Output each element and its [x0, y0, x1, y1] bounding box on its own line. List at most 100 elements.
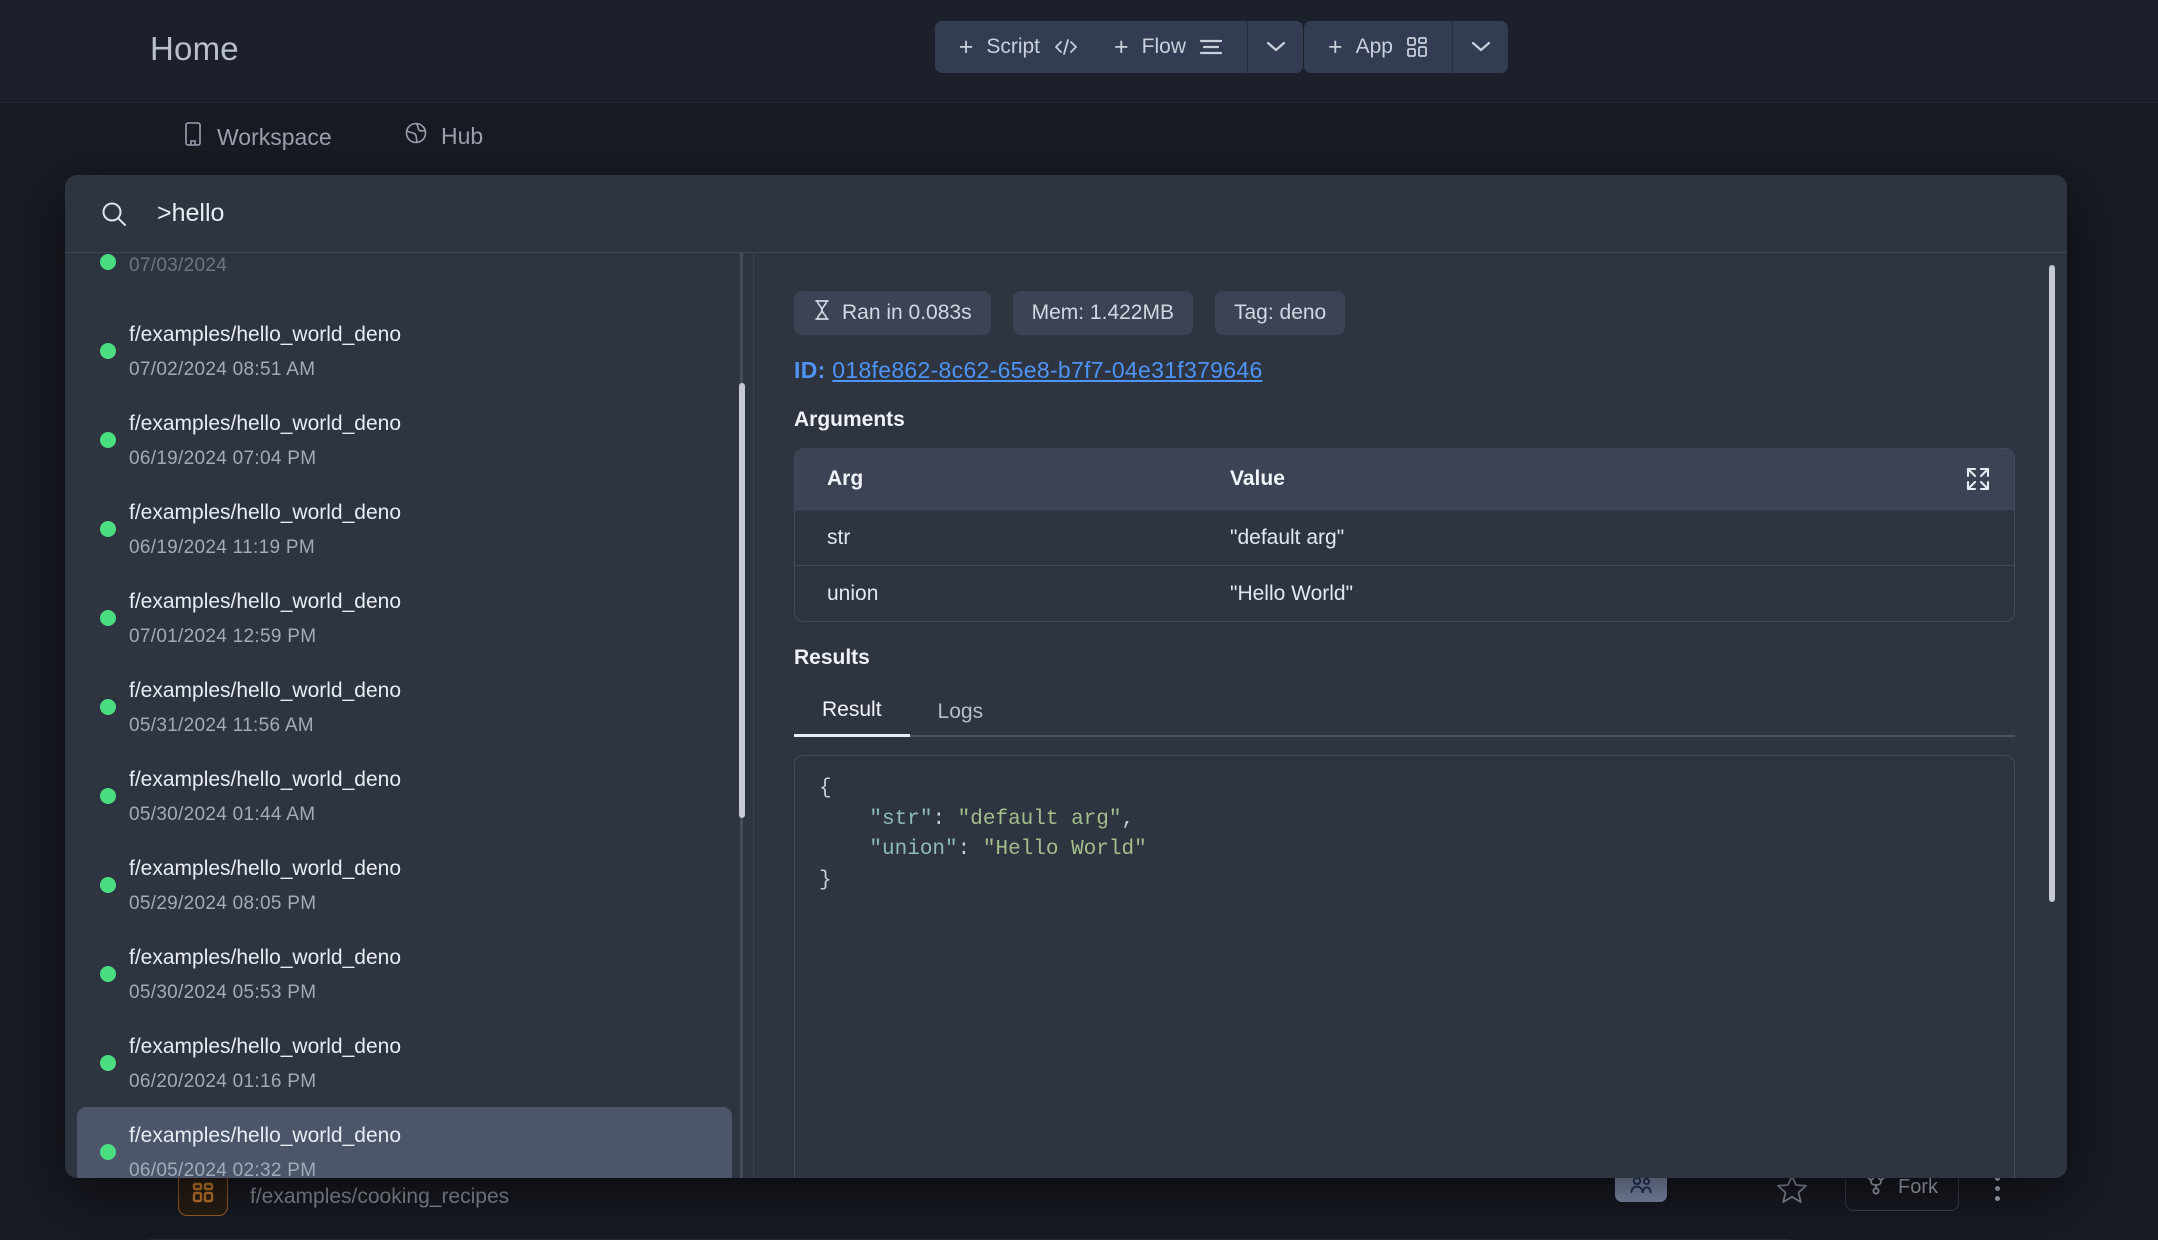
results-heading: Results	[794, 646, 2015, 670]
status-dot	[100, 699, 116, 715]
create-app-button-group: + App	[1304, 21, 1508, 73]
json-value-2: "Hello World"	[983, 838, 1147, 861]
duration-label: Ran in 0.083s	[842, 301, 972, 325]
create-flow-button[interactable]: + Flow	[1090, 21, 1247, 73]
create-flow-button-group: + Flow	[1090, 21, 1303, 73]
list-item[interactable]: f/examples/hello_world_deno05/31/2024 11…	[77, 662, 732, 751]
plus-icon: +	[1328, 35, 1343, 60]
list-item-path: f/examples/hello_world_deno	[129, 943, 401, 973]
nav-workspace-label: Workspace	[217, 124, 332, 151]
tab-logs[interactable]: Logs	[910, 688, 1012, 737]
status-dot	[100, 788, 116, 804]
nav-item-workspace[interactable]: Workspace	[178, 115, 336, 159]
create-app-dropdown-button[interactable]	[1452, 21, 1508, 73]
building-icon	[182, 121, 204, 153]
list-item[interactable]: f/examples/hello_world_deno05/29/2024 08…	[77, 840, 732, 929]
flow-lines-icon	[1199, 38, 1223, 56]
result-json-viewer[interactable]: { "str": "default arg", "union": "Hello …	[794, 755, 2015, 1178]
results-tabs: Result Logs	[794, 686, 2015, 737]
status-dot	[100, 521, 116, 537]
search-input[interactable]	[157, 199, 2033, 228]
create-app-label: App	[1356, 35, 1393, 59]
table-row: str "default arg"	[795, 509, 2014, 565]
sub-navigation: Workspace Hub	[0, 103, 2158, 173]
list-item-path: f/examples/hello_world_deno	[129, 587, 401, 617]
json-key-2: "union"	[869, 838, 957, 861]
create-script-button-group: + Script	[935, 21, 1103, 73]
fork-button-label: Fork	[1898, 1176, 1938, 1199]
json-value-1: "default arg"	[958, 808, 1122, 831]
globe-icon	[404, 121, 428, 151]
list-item-path: f/examples/hello_world_deno	[129, 854, 401, 884]
job-detail-pane: Ran in 0.083s Mem: 1.422MB Tag: deno ID:…	[754, 253, 2067, 1178]
column-header-value: Value	[1230, 467, 2014, 491]
job-id-line: ID: 018fe862-8c62-65e8-b7f7-04e31f379646	[794, 357, 2015, 384]
arguments-table-header: Arg Value	[795, 449, 2014, 509]
list-item[interactable]: f/examples/hello_world_deno 07/01/2024 12…	[77, 573, 732, 662]
memory-label: Mem: 1.422MB	[1032, 301, 1174, 325]
json-brace-open: {	[819, 777, 832, 800]
code-icon	[1053, 37, 1079, 57]
job-id-link[interactable]: 018fe862-8c62-65e8-b7f7-04e31f379646	[832, 357, 1262, 383]
chevron-down-icon	[1470, 39, 1492, 56]
results-list-scrollbar-thumb[interactable]	[739, 383, 745, 818]
job-badges: Ran in 0.083s Mem: 1.422MB Tag: deno	[794, 291, 2015, 335]
list-item-path: f/examples/hello_world_deno	[129, 1032, 401, 1062]
status-dot	[100, 966, 116, 982]
list-item[interactable]: f/examples/hello_world_deno 06/19/2024 11…	[77, 484, 732, 573]
create-script-button[interactable]: + Script	[935, 21, 1103, 73]
status-badge-tag: Tag: deno	[1215, 291, 1345, 335]
list-item-path: f/examples/hello_world_deno	[129, 498, 401, 528]
plus-icon: +	[959, 35, 974, 60]
column-header-arg: Arg	[795, 467, 1230, 491]
tag-label: Tag: deno	[1234, 301, 1326, 325]
status-dot	[100, 1144, 116, 1160]
search-results-scroll-container: 07/03/2024 f/examples/hello_world_deno07…	[65, 253, 754, 1178]
expand-icon[interactable]	[1964, 465, 1992, 493]
list-item-partial[interactable]: 07/03/2024	[77, 253, 732, 306]
arg-name: str	[795, 526, 1230, 550]
list-item[interactable]: f/examples/hello_world_deno06/05/2024 02…	[77, 1107, 732, 1178]
command-palette-modal: 07/03/2024 f/examples/hello_world_deno07…	[65, 175, 2067, 1178]
status-dot	[100, 254, 116, 270]
search-icon	[99, 199, 129, 229]
status-dot	[100, 877, 116, 893]
create-flow-dropdown-button[interactable]	[1247, 21, 1303, 73]
list-item[interactable]: f/examples/hello_world_deno05/30/2024 01…	[77, 751, 732, 840]
arguments-heading: Arguments	[794, 408, 2015, 432]
tab-result[interactable]: Result	[794, 688, 910, 737]
search-row	[65, 175, 2067, 253]
status-dot	[100, 343, 116, 359]
arg-name: union	[795, 582, 1230, 606]
chevron-down-icon	[1265, 39, 1287, 56]
list-item-path: f/examples/hello_world_deno	[129, 409, 401, 439]
create-app-button[interactable]: + App	[1304, 21, 1452, 73]
list-item-path: f/examples/hello_world_deno	[129, 1121, 401, 1151]
nav-item-hub[interactable]: Hub	[400, 115, 487, 157]
list-item[interactable]: f/examples/hello_world_deno 06/20/2024 01…	[77, 1018, 732, 1107]
list-item[interactable]: f/examples/hello_world_deno07/02/2024 08…	[77, 306, 732, 395]
list-item-timestamp: 06/19/2024 07:04 PM	[129, 448, 401, 470]
list-item-timestamp: 06/19/2024 11:19 PM	[129, 537, 401, 559]
list-item[interactable]: f/examples/hello_world_deno 05/30/2024 05…	[77, 929, 732, 1018]
results-list-scrollbar[interactable]	[740, 253, 743, 1178]
list-item-timestamp: 07/02/2024 08:51 AM	[129, 359, 401, 381]
plus-icon: +	[1114, 35, 1129, 60]
top-bar: Home Create a + Script + Flow	[0, 0, 2158, 103]
search-results-list[interactable]: 07/03/2024 f/examples/hello_world_deno07…	[65, 253, 754, 1178]
create-script-label: Script	[986, 35, 1040, 59]
create-flow-label: Flow	[1142, 35, 1186, 59]
list-item-timestamp: 05/30/2024 05:53 PM	[129, 982, 401, 1004]
json-key-1: "str"	[869, 808, 932, 831]
detail-pane-scrollbar-thumb[interactable]	[2049, 265, 2055, 902]
list-item-path: f/examples/hello_world_deno	[129, 765, 401, 795]
nav-hub-label: Hub	[441, 123, 483, 150]
hourglass-icon	[813, 299, 831, 327]
list-item-timestamp: 06/20/2024 01:16 PM	[129, 1071, 401, 1093]
detail-pane-scrollbar[interactable]	[2050, 253, 2053, 1178]
job-id-label: ID:	[794, 357, 826, 383]
modal-body: 07/03/2024 f/examples/hello_world_deno07…	[65, 253, 2067, 1178]
list-item-timestamp: 07/01/2024 12:59 PM	[129, 626, 401, 648]
list-item-path: f/examples/hello_world_deno	[129, 676, 401, 706]
list-item[interactable]: f/examples/hello_world_deno 06/19/2024 07…	[77, 395, 732, 484]
